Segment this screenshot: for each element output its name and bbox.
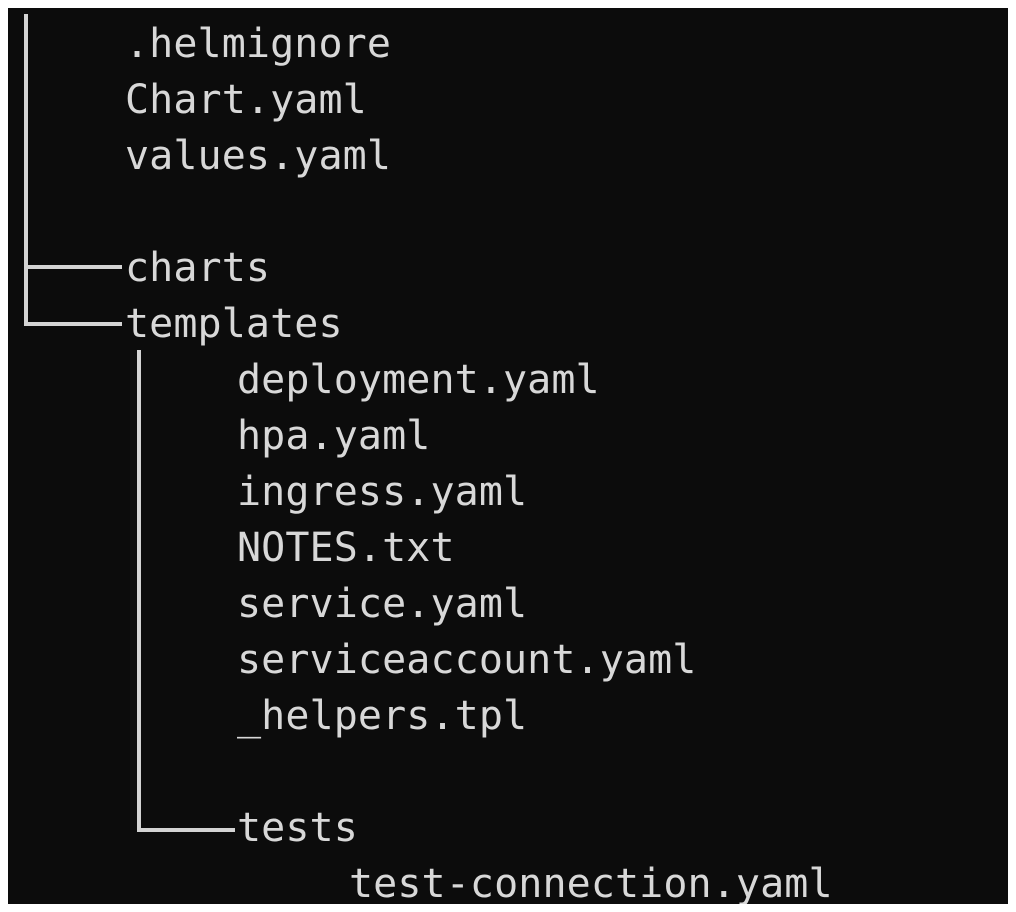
- file-values-yaml[interactable]: values.yaml: [125, 128, 391, 184]
- file-ingress-yaml[interactable]: ingress.yaml: [237, 464, 527, 520]
- folder-charts[interactable]: charts: [125, 240, 270, 296]
- root-vertical-line: [24, 14, 28, 324]
- charts-branch-line: [24, 265, 122, 269]
- file-service-yaml[interactable]: service.yaml: [237, 576, 527, 632]
- file-test-connection-yaml[interactable]: test-connection.yaml: [349, 856, 833, 904]
- file-helmignore[interactable]: .helmignore: [125, 16, 391, 72]
- terminal-window: .helmignore Chart.yaml values.yaml chart…: [8, 8, 1008, 904]
- file-chart-yaml[interactable]: Chart.yaml: [125, 72, 367, 128]
- folder-tests[interactable]: tests: [237, 800, 358, 856]
- tests-branch-line: [137, 828, 235, 832]
- file-serviceaccount-yaml[interactable]: serviceaccount.yaml: [237, 632, 696, 688]
- file-hpa-yaml[interactable]: hpa.yaml: [237, 408, 430, 464]
- file-deployment-yaml[interactable]: deployment.yaml: [237, 352, 600, 408]
- templates-vertical-line: [137, 350, 141, 832]
- templates-branch-line: [24, 322, 122, 326]
- file-helpers-tpl[interactable]: _helpers.tpl: [237, 688, 527, 744]
- file-notes-txt[interactable]: NOTES.txt: [237, 520, 455, 576]
- folder-templates[interactable]: templates: [125, 296, 343, 352]
